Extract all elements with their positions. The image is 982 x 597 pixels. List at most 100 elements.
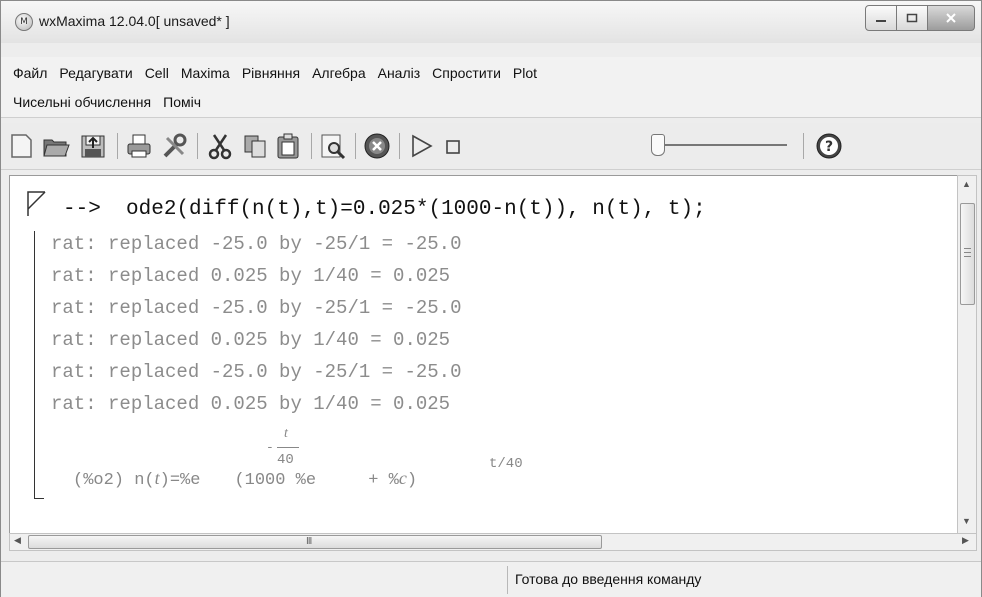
- new-icon: [11, 134, 32, 158]
- copy-icon: [244, 135, 266, 158]
- animation-slider-track[interactable]: [659, 144, 787, 146]
- window-title: wxMaxima 12.04.0[ unsaved* ]: [39, 13, 230, 29]
- play-button[interactable]: [407, 132, 435, 160]
- print-button[interactable]: [125, 132, 153, 160]
- scroll-down-icon[interactable]: ▼: [962, 516, 971, 526]
- menu-bar: Файл Редагувати Cell Maxima Рівняння Алг…: [1, 57, 981, 118]
- input-line[interactable]: --> ode2(diff(n(t),t)=0.025*(1000-n(t)),…: [63, 198, 706, 221]
- inner-exponent: t/40: [489, 456, 523, 472]
- horizontal-scroll-thumb[interactable]: III: [28, 535, 602, 549]
- stop-icon: [446, 140, 460, 154]
- find-icon: [321, 134, 346, 160]
- rat-message-1: rat: replaced -25.0 by -25/1 = -25.0: [51, 233, 462, 255]
- output-constant: c: [398, 468, 407, 488]
- minimize-button[interactable]: [865, 5, 897, 31]
- output-plus: + %: [358, 471, 399, 490]
- status-separator: [507, 566, 508, 594]
- preferences-button[interactable]: [161, 132, 189, 160]
- scroll-left-icon[interactable]: ◀: [14, 535, 21, 546]
- input-prompt: -->: [63, 198, 101, 221]
- vertical-scroll-thumb[interactable]: [960, 203, 975, 305]
- minimize-icon: [876, 20, 886, 22]
- menu-equations[interactable]: Рівняння: [236, 65, 306, 81]
- close-icon: [946, 13, 956, 23]
- menu-edit[interactable]: Редагувати: [53, 65, 138, 81]
- menu-calculus[interactable]: Аналіз: [372, 65, 427, 81]
- rat-message-3: rat: replaced -25.0 by -25/1 = -25.0: [51, 297, 462, 319]
- save-icon: [81, 135, 105, 158]
- menu-cell[interactable]: Cell: [139, 65, 175, 81]
- cell-bracket[interactable]: [34, 231, 35, 498]
- print-icon: [127, 134, 151, 158]
- animation-slider-thumb[interactable]: [651, 134, 665, 156]
- maximize-icon: [906, 13, 918, 23]
- cut-button[interactable]: [206, 132, 234, 160]
- save-button[interactable]: [79, 132, 107, 160]
- output-eq: )=%e: [159, 471, 201, 490]
- rat-message-5: rat: replaced -25.0 by -25/1 = -25.0: [51, 361, 462, 383]
- menu-algebra[interactable]: Алгебра: [306, 65, 372, 81]
- grip-line: [964, 256, 971, 257]
- play-icon: [412, 134, 433, 158]
- toolbar-separator: [803, 133, 804, 159]
- maximize-button[interactable]: [897, 5, 928, 31]
- wxmaxima-app-icon[interactable]: M: [15, 13, 33, 31]
- close-button[interactable]: [928, 5, 975, 31]
- menu-row-1: Файл Редагувати Cell Maxima Рівняння Алг…: [7, 65, 543, 81]
- rat-message-4: rat: replaced 0.025 by 1/40 = 0.025: [51, 329, 451, 351]
- menu-plot[interactable]: Plot: [507, 65, 543, 81]
- menu-help[interactable]: Поміч: [157, 94, 207, 110]
- status-text: Готова до введення команду: [515, 571, 702, 587]
- toolbar-separator: [355, 133, 356, 159]
- stop-button[interactable]: [441, 132, 469, 160]
- input-command[interactable]: ode2(diff(n(t),t)=0.025*(1000-n(t)), n(t…: [126, 198, 706, 221]
- menu-simplify[interactable]: Спростити: [426, 65, 507, 81]
- find-button[interactable]: [319, 132, 347, 160]
- menu-row-2: Чисельні обчислення Поміч: [7, 94, 207, 110]
- title-bar[interactable]: M wxMaxima 12.04.0[ unsaved* ]: [1, 1, 981, 43]
- paste-icon: [277, 133, 299, 159]
- toolbar-separator: [399, 133, 400, 159]
- toolbar-separator: [197, 133, 198, 159]
- exponent-numerator: t: [284, 426, 288, 441]
- menu-maxima[interactable]: Maxima: [175, 65, 236, 81]
- interrupt-icon: [364, 133, 390, 159]
- menu-file[interactable]: Файл: [7, 65, 53, 81]
- help-button[interactable]: ?: [815, 132, 843, 160]
- output-paren-close: ): [406, 471, 418, 490]
- output-lhs: n(: [134, 471, 155, 490]
- output-expression[interactable]: (%o2) n(t)=%e (1000 %e + %c): [73, 468, 417, 490]
- svg-text:?: ?: [825, 139, 833, 155]
- output-label: (%o2): [73, 471, 125, 490]
- rat-message-2: rat: replaced 0.025 by 1/40 = 0.025: [51, 265, 451, 287]
- exponent-fraction-bar: [277, 447, 299, 448]
- grip-line: [964, 248, 971, 249]
- main-window: M wxMaxima 12.04.0[ unsaved* ] Файл Реда…: [0, 0, 982, 597]
- new-button[interactable]: [7, 132, 35, 160]
- exponent-denominator: 40: [277, 452, 294, 468]
- output-paren-open: (1000 %e: [234, 471, 317, 490]
- copy-button[interactable]: [241, 132, 269, 160]
- toolbar-separator: [117, 133, 118, 159]
- status-bar: Готова до введення команду: [1, 561, 981, 597]
- open-icon: [43, 139, 70, 157]
- scroll-up-icon[interactable]: ▲: [962, 179, 971, 189]
- cut-icon: [208, 134, 232, 160]
- toolbar-separator: [311, 133, 312, 159]
- menu-numeric[interactable]: Чисельні обчислення: [7, 94, 157, 110]
- cell-bracket-foot: [34, 498, 44, 499]
- preferences-icon: [163, 133, 187, 158]
- open-button[interactable]: [42, 132, 70, 160]
- paste-button[interactable]: [274, 132, 302, 160]
- toolbar: ?: [1, 123, 981, 170]
- cell-bracket-top[interactable]: [27, 191, 51, 217]
- horizontal-grip: III: [306, 536, 312, 547]
- window-controls: [865, 5, 975, 35]
- scroll-right-icon[interactable]: ▶: [962, 535, 969, 546]
- help-icon: ?: [816, 133, 842, 159]
- rat-message-6: rat: replaced 0.025 by 1/40 = 0.025: [51, 393, 451, 415]
- exponent-minus: -: [266, 440, 274, 455]
- vertical-scrollbar[interactable]: ▲ ▼: [957, 175, 977, 535]
- horizontal-scrollbar[interactable]: ◀ III ▶: [9, 533, 977, 551]
- interrupt-button[interactable]: [363, 132, 391, 160]
